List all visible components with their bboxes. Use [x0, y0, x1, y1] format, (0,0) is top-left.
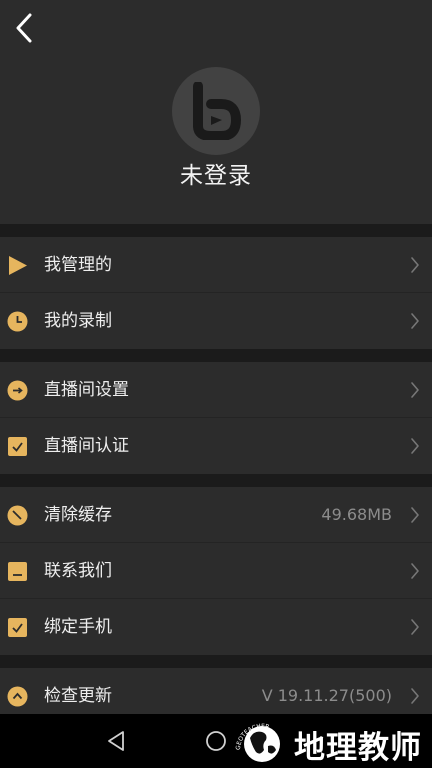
b-logo-icon: [193, 82, 241, 140]
broom-icon: [7, 505, 28, 526]
chevron-right-icon: [411, 507, 419, 523]
avatar[interactable]: [172, 67, 260, 155]
menu-item-my-managed[interactable]: 我管理的: [0, 237, 432, 293]
triangle-back-icon: [108, 731, 124, 751]
menu-group-live-room: 直播间设置 直播间认证: [0, 362, 432, 474]
menu-item-label: 直播间设置: [44, 380, 129, 400]
menu-item-contact-us[interactable]: 联系我们: [0, 543, 432, 599]
chevron-left-icon: [16, 13, 32, 43]
back-button[interactable]: [6, 8, 42, 48]
profile-header: 未登录: [0, 0, 432, 224]
check-square-icon: [8, 437, 27, 456]
nav-home-button[interactable]: [196, 714, 236, 768]
minus-square-icon: [8, 562, 27, 581]
nav-back-button[interactable]: [96, 714, 136, 768]
version-value: V 19.11.27(500): [261, 686, 392, 705]
chevron-right-icon: [411, 438, 419, 454]
menu-item-my-recordings[interactable]: 我的录制: [0, 293, 432, 349]
menu-item-live-room-settings[interactable]: 直播间设置: [0, 362, 432, 418]
menu-item-live-room-verification[interactable]: 直播间认证: [0, 418, 432, 474]
menu-group-manage: 我管理的 我的录制: [0, 237, 432, 349]
play-icon: [9, 256, 27, 275]
chevron-up-circle-icon: [7, 686, 28, 707]
arrow-right-circle-icon: [7, 380, 28, 401]
globe-logo-icon: GEOTEACHER: [235, 723, 280, 762]
chevron-right-icon: [411, 382, 419, 398]
menu-item-label: 绑定手机: [44, 617, 112, 637]
chevron-right-icon: [411, 313, 419, 329]
circle-home-icon: [206, 731, 226, 751]
chevron-right-icon: [411, 619, 419, 635]
menu-item-check-update[interactable]: 检查更新 V 19.11.27(500): [0, 668, 432, 714]
chevron-right-icon: [411, 563, 419, 579]
menu-item-clear-cache[interactable]: 清除缓存 49.68MB: [0, 487, 432, 543]
watermark-text: 地理教师: [294, 730, 422, 766]
menu-group-general: 清除缓存 49.68MB 联系我们 绑定手机: [0, 487, 432, 655]
menu-item-label: 联系我们: [44, 561, 112, 581]
menu-item-label: 清除缓存: [44, 505, 112, 525]
watermark: GEOTEACHER 地理教师: [234, 716, 432, 768]
menu-item-label: 我管理的: [44, 255, 112, 275]
check-square-icon: [8, 618, 27, 637]
cache-size-value: 49.68MB: [321, 505, 392, 524]
menu-item-bind-phone[interactable]: 绑定手机: [0, 599, 432, 655]
menu-item-label: 我的录制: [44, 311, 112, 331]
menu-group-update: 检查更新 V 19.11.27(500): [0, 668, 432, 714]
chevron-right-icon: [411, 257, 419, 273]
login-status[interactable]: 未登录: [0, 156, 432, 190]
menu-item-label: 直播间认证: [44, 436, 129, 456]
clock-icon: [7, 311, 28, 332]
chevron-right-icon: [411, 688, 419, 704]
menu-item-label: 检查更新: [44, 686, 112, 706]
